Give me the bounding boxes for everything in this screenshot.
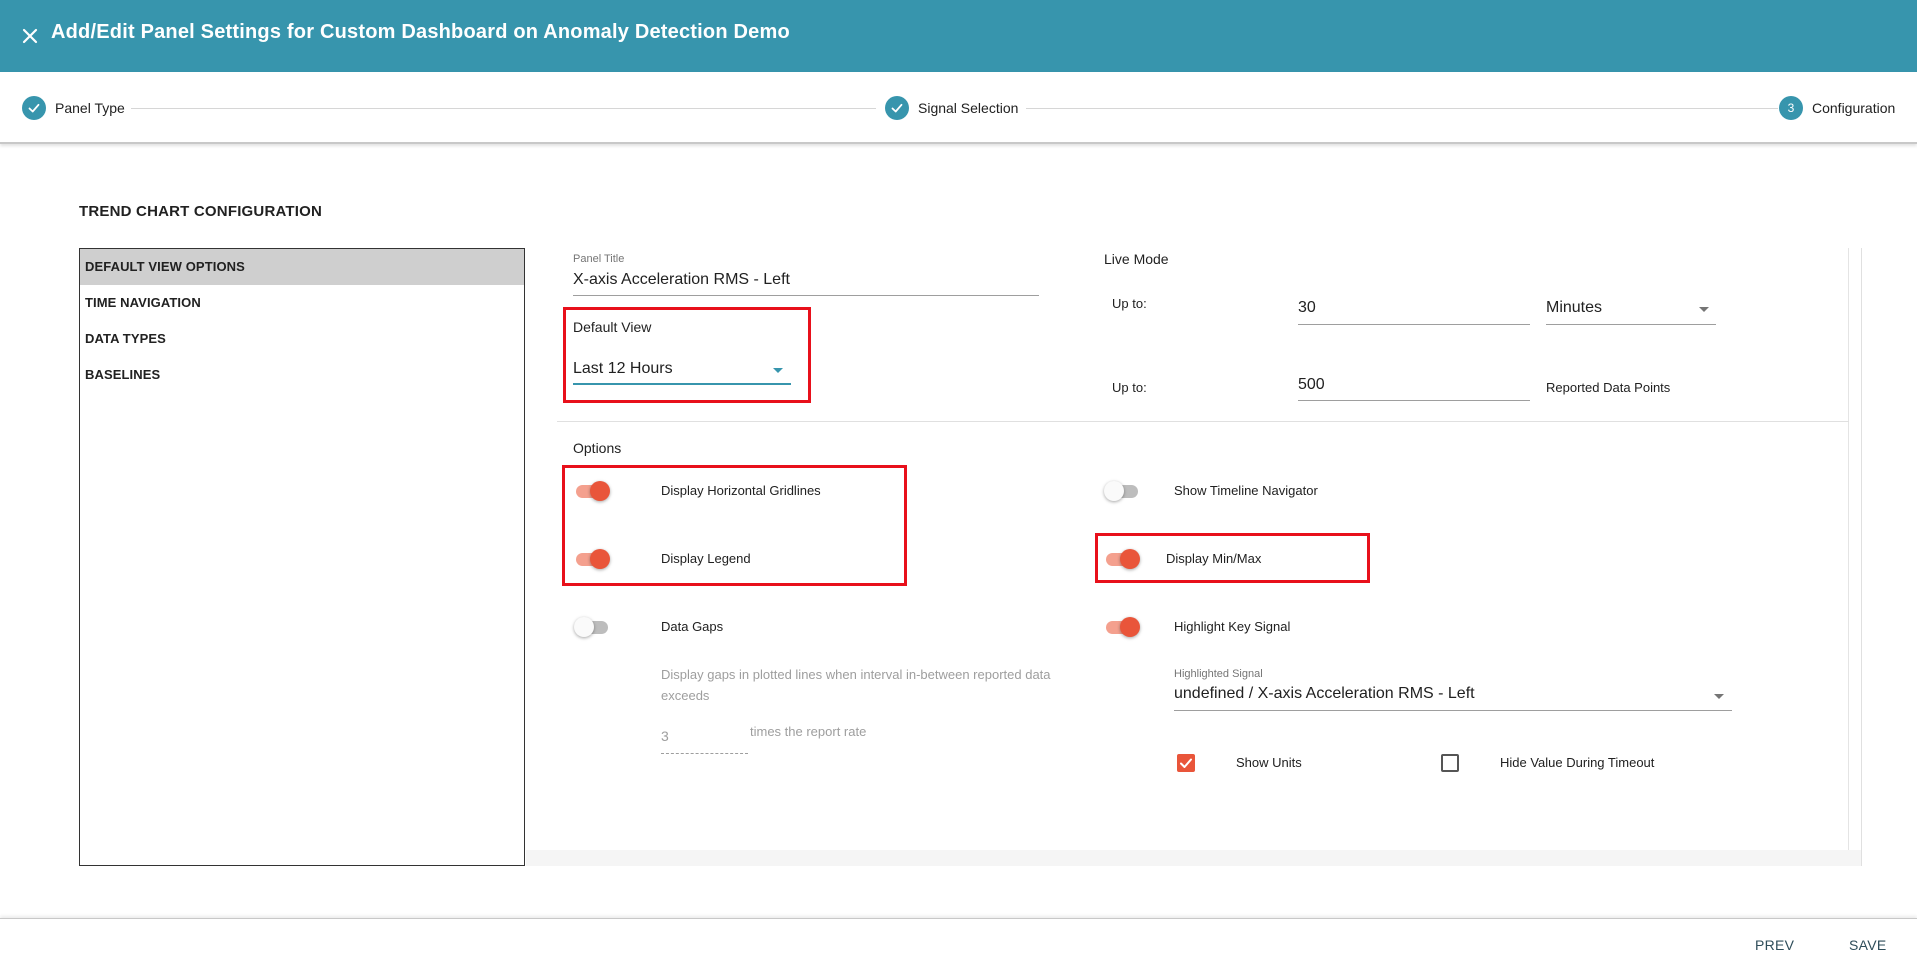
panel-title-label: Panel Title bbox=[573, 253, 625, 265]
default-view-label: Default View bbox=[573, 319, 652, 335]
step-connector bbox=[1026, 108, 1778, 109]
highlighted-signal-select[interactable]: undefined / X-axis Acceleration RMS - Le… bbox=[1174, 685, 1732, 707]
live-mode-points-input[interactable]: 500 bbox=[1298, 376, 1530, 398]
data-gaps-multiplier-underline bbox=[661, 753, 748, 754]
live-mode-time-underline bbox=[1298, 324, 1530, 325]
data-gaps-label: Data Gaps bbox=[661, 619, 724, 634]
live-mode-points-prefix: Up to: bbox=[1112, 380, 1147, 395]
data-gaps-help-text: Display gaps in plotted lines when inter… bbox=[661, 667, 1051, 703]
section-title: TREND CHART CONFIGURATION bbox=[79, 203, 323, 220]
step-connector bbox=[131, 108, 876, 109]
show-units-checkbox[interactable] bbox=[1177, 754, 1195, 772]
legend-label: Display Legend bbox=[661, 551, 751, 566]
default-view-underline bbox=[573, 383, 791, 385]
toggle-min-max[interactable] bbox=[1104, 549, 1140, 569]
save-button[interactable]: SAVE bbox=[1849, 937, 1887, 953]
panel-title-underline bbox=[573, 295, 1039, 296]
hide-value-timeout-label: Hide Value During Timeout bbox=[1500, 755, 1655, 770]
step-label: Panel Type bbox=[55, 100, 125, 116]
step-panel-type[interactable]: Panel Type bbox=[22, 96, 125, 120]
dialog-header: Add/Edit Panel Settings for Custom Dashb… bbox=[0, 0, 1917, 72]
close-icon[interactable] bbox=[16, 22, 44, 50]
timeline-navigator-label: Show Timeline Navigator bbox=[1174, 483, 1318, 498]
live-mode-points-underline bbox=[1298, 400, 1530, 401]
highlight-key-signal-label: Highlight Key Signal bbox=[1174, 619, 1291, 634]
live-mode-time-input[interactable]: 30 bbox=[1298, 299, 1530, 321]
live-mode-time-prefix: Up to: bbox=[1112, 296, 1147, 311]
section-divider bbox=[557, 421, 1849, 422]
toggle-horizontal-gridlines[interactable] bbox=[574, 481, 610, 501]
nav-item-default-view-options[interactable]: DEFAULT VIEW OPTIONS bbox=[80, 249, 524, 285]
config-nav: DEFAULT VIEW OPTIONS TIME NAVIGATION DAT… bbox=[79, 248, 525, 866]
panel-divider bbox=[1848, 248, 1849, 850]
live-mode-points-unit: Reported Data Points bbox=[1546, 380, 1671, 395]
dialog-title: Add/Edit Panel Settings for Custom Dashb… bbox=[51, 21, 790, 43]
horizontal-gridlines-label: Display Horizontal Gridlines bbox=[661, 483, 821, 498]
toggle-legend[interactable] bbox=[574, 549, 610, 569]
highlighted-signal-underline bbox=[1174, 710, 1732, 711]
toggle-timeline-navigator[interactable] bbox=[1104, 481, 1140, 501]
show-units-label: Show Units bbox=[1236, 755, 1302, 770]
step-label: Signal Selection bbox=[918, 100, 1019, 116]
min-max-label: Display Min/Max bbox=[1166, 551, 1262, 566]
live-mode-unit-underline bbox=[1546, 324, 1716, 325]
dialog-footer: PREV SAVE bbox=[0, 918, 1917, 969]
data-gaps-multiplier-suffix: times the report rate bbox=[750, 724, 867, 739]
panel-title-input[interactable]: X-axis Acceleration RMS - Left bbox=[573, 271, 1039, 295]
panel-footer-strip bbox=[526, 850, 1862, 866]
nav-item-data-types[interactable]: DATA TYPES bbox=[80, 321, 524, 357]
hide-value-timeout-checkbox[interactable] bbox=[1441, 754, 1459, 772]
data-gaps-multiplier-input[interactable]: 3 bbox=[661, 728, 747, 744]
check-icon bbox=[1180, 758, 1192, 768]
default-view-select[interactable]: Last 12 Hours bbox=[573, 360, 791, 382]
prev-button[interactable]: PREV bbox=[1755, 937, 1794, 953]
chevron-down-icon[interactable] bbox=[773, 368, 783, 373]
nav-item-baselines[interactable]: BASELINES bbox=[80, 357, 524, 393]
chevron-down-icon[interactable] bbox=[1714, 694, 1724, 699]
live-mode-unit-select[interactable]: Minutes bbox=[1546, 299, 1716, 321]
live-mode-label: Live Mode bbox=[1104, 251, 1169, 267]
highlighted-signal-label: Highlighted Signal bbox=[1174, 668, 1263, 680]
check-icon bbox=[885, 96, 909, 120]
check-icon bbox=[22, 96, 46, 120]
toggle-highlight-key-signal[interactable] bbox=[1104, 617, 1140, 637]
options-label: Options bbox=[573, 440, 622, 456]
chevron-down-icon[interactable] bbox=[1699, 307, 1709, 312]
nav-item-time-navigation[interactable]: TIME NAVIGATION bbox=[80, 285, 524, 321]
step-configuration[interactable]: 3 Configuration bbox=[1779, 96, 1895, 120]
step-signal-selection[interactable]: Signal Selection bbox=[885, 96, 1018, 120]
toggle-data-gaps[interactable] bbox=[574, 617, 610, 637]
step-number: 3 bbox=[1779, 96, 1803, 120]
stepper: Panel Type Signal Selection 3 Configurat… bbox=[0, 72, 1917, 144]
step-label: Configuration bbox=[1812, 100, 1896, 116]
